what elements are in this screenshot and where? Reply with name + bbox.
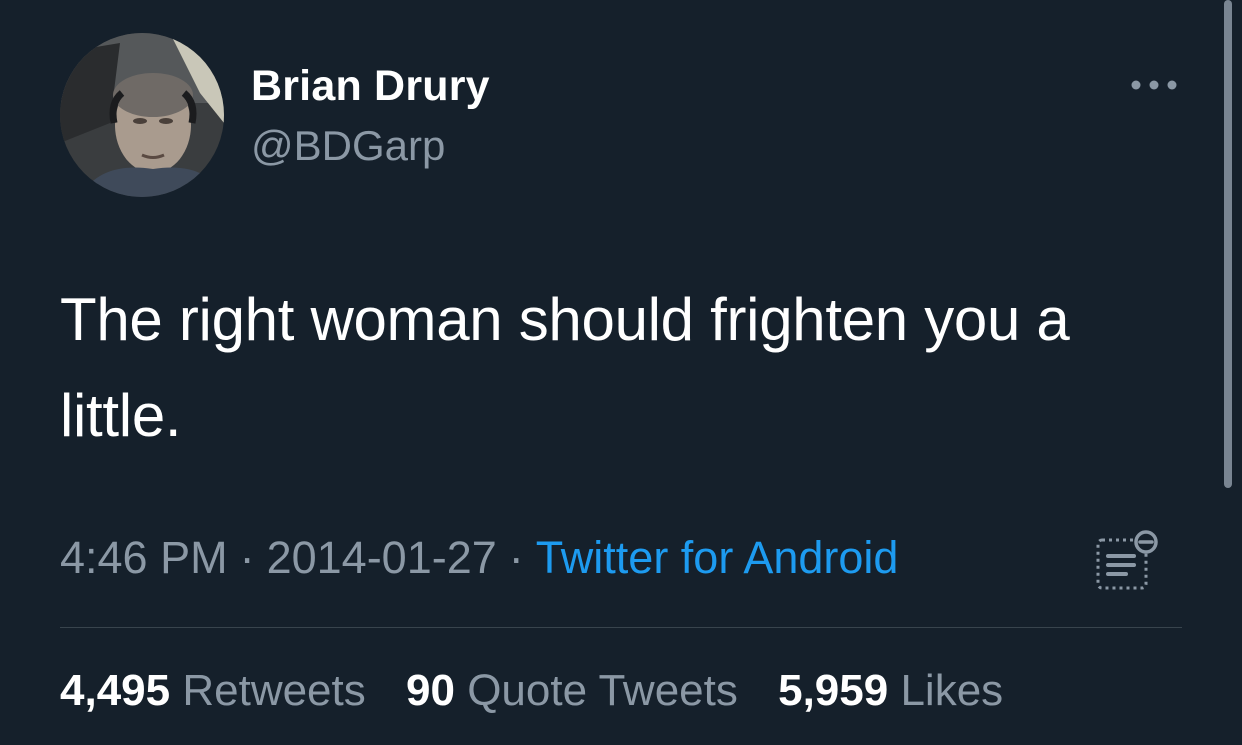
author-display-name[interactable]: Brian Drury [251,62,490,111]
retweets-stat[interactable]: 4,495 Retweets [60,666,366,715]
tweet-stats: 4,495 Retweets 90 Quote Tweets 5,959 Lik… [60,666,1031,716]
likes-count: 5,959 [778,666,889,715]
tweet-text: The right woman should frighten you a li… [60,286,1070,449]
quote-tweets-label: Quote Tweets [467,666,738,715]
tweet-time[interactable]: 4:46 PM [60,532,228,583]
likes-stat[interactable]: 5,959 Likes [778,666,1003,715]
more-options-icon[interactable] [1128,72,1180,98]
tweet-date[interactable]: 2014-01-27 [267,532,497,583]
scrollbar[interactable] [1224,0,1232,488]
tweet-detail: Brian Drury @BDGarp The right woman shou… [0,0,1242,745]
likes-label: Likes [900,666,1004,715]
avatar[interactable] [60,33,224,197]
quote-tweets-count: 90 [406,666,455,715]
separator-dot: · [508,532,524,583]
retweets-count: 4,495 [60,666,171,715]
tweet-metadata: 4:46 PM · 2014-01-27 · Twitter for Android [60,532,898,584]
retweets-label: Retweets [182,666,366,715]
notes-icon[interactable] [1094,530,1160,592]
tweet-source-link[interactable]: Twitter for Android [536,532,899,583]
quote-tweets-stat[interactable]: 90 Quote Tweets [406,666,738,715]
divider [60,627,1182,628]
separator-dot: · [239,532,255,583]
avatar-photo [60,33,224,197]
author-handle[interactable]: @BDGarp [251,122,445,170]
